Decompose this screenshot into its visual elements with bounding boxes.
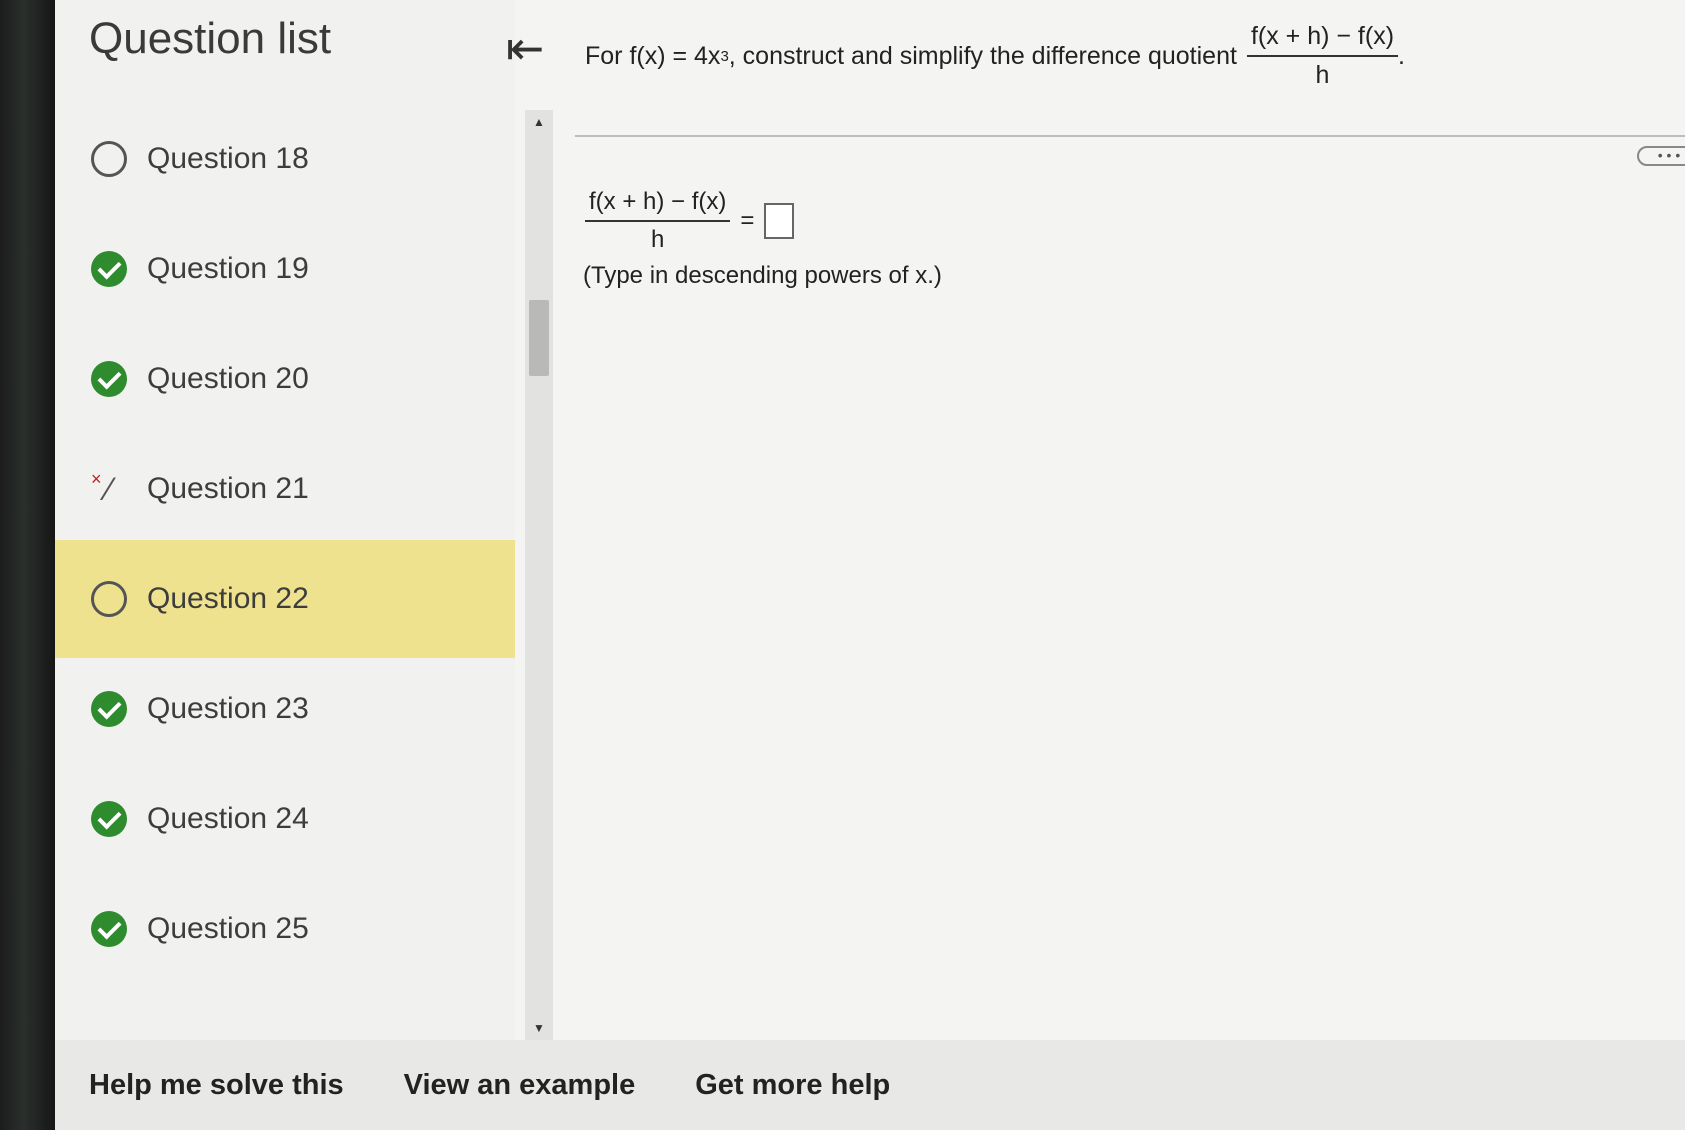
fraction-denominator: h [1315,61,1330,89]
sidebar-scrollbar[interactable]: ▲ ▼ [525,110,553,1040]
question-label: Question 23 [147,692,309,725]
question-label: Question 22 [147,582,309,615]
question-item-24[interactable]: Question 24 [55,760,515,878]
answer-fraction-numerator: f(x + h) − f(x) [585,188,731,222]
question-label: Question 25 [147,912,309,945]
unanswered-circle-icon [91,141,127,177]
question-label: Question 18 [147,142,309,175]
monitor-bezel [0,0,60,1130]
question-label: Question 24 [147,802,309,835]
question-content: For f(x) = 4x 3, construct and simplify t… [575,0,1685,1040]
screen: Question list Question 18 Question 19 Qu… [55,0,1685,1130]
question-label: Question 20 [147,362,309,395]
prompt-exponent: 3 [720,47,729,65]
partial-credit-icon: ⁄ × [91,469,112,507]
answer-hint: (Type in descending powers of x.) [583,262,942,289]
collapse-sidebar-button[interactable]: ⇤ [495,18,555,78]
check-circle-icon [91,801,127,837]
view-example-button[interactable]: View an example [404,1069,636,1102]
prompt-end: . [1398,41,1405,70]
question-item-18[interactable]: Question 18 [55,100,515,218]
more-options-button[interactable]: • • • [1637,146,1685,166]
question-item-21[interactable]: ⁄ × Question 21 [55,430,515,548]
scroll-down-arrow-icon[interactable]: ▼ [525,1018,553,1038]
question-label: Question 21 [147,472,309,505]
prompt-prefix: For f(x) = 4x [585,41,721,70]
prompt-suffix: , construct and simplify the difference … [728,41,1237,70]
divider [575,135,1685,137]
question-item-19[interactable]: Question 19 [55,210,515,328]
answer-input[interactable] [764,203,795,239]
check-circle-icon [91,911,127,947]
answer-fraction-denominator: h [651,226,665,253]
fraction-numerator: f(x + h) − f(x) [1246,22,1399,57]
check-circle-icon [91,361,127,397]
collapse-left-icon: ⇤ [505,22,545,74]
check-circle-icon [91,251,127,287]
question-item-25[interactable]: Question 25 [55,870,515,988]
unanswered-circle-icon [91,581,127,617]
difference-quotient-fraction: f(x + h) − f(x) h [1246,22,1399,90]
question-prompt: For f(x) = 4x 3, construct and simplify t… [585,22,1405,90]
question-list-sidebar: Question list Question 18 Question 19 Qu… [55,0,515,1040]
question-item-23[interactable]: Question 23 [55,650,515,768]
question-item-20[interactable]: Question 20 [55,320,515,438]
answer-row: f(x + h) − f(x) h = [585,188,795,254]
scroll-up-arrow-icon[interactable]: ▲ [525,112,553,132]
get-more-help-button[interactable]: Get more help [695,1069,890,1102]
help-me-solve-button[interactable]: Help me solve this [89,1069,344,1102]
sidebar-title: Question list [89,14,332,63]
answer-fraction: f(x + h) − f(x) h [585,188,731,254]
scroll-thumb[interactable] [529,300,549,376]
equals-sign: = [740,207,755,234]
question-label: Question 19 [147,252,309,285]
check-circle-icon [91,691,127,727]
question-item-22[interactable]: Question 22 [55,540,515,658]
bottom-help-bar: Help me solve this View an example Get m… [55,1040,1685,1130]
